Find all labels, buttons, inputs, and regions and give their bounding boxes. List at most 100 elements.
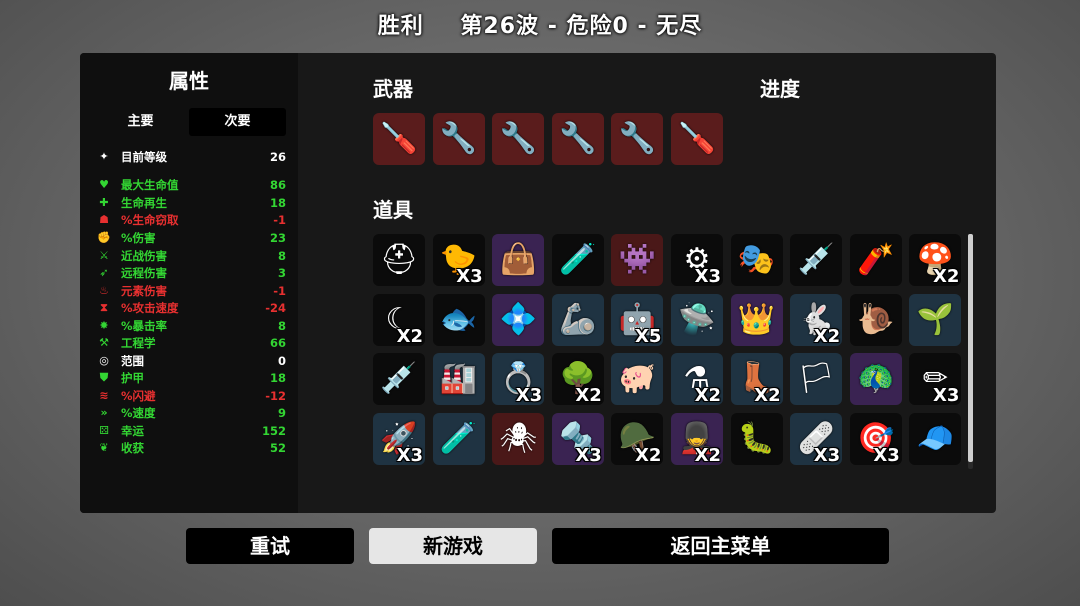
item-slot[interactable]: 💉 xyxy=(373,353,425,406)
stat-row: ⚒ 工程学 66 xyxy=(96,334,286,351)
item-slot[interactable]: 🛸 xyxy=(671,293,723,346)
item-count: X3 xyxy=(575,445,602,466)
item-count: X2 xyxy=(575,385,602,406)
stat-row: ✸ %暴击率 8 xyxy=(96,317,286,334)
item-slot[interactable]: 💉 xyxy=(790,234,843,286)
stat-row: ❦ 收获 52 xyxy=(96,439,286,456)
weapon-slot[interactable]: 🪛 xyxy=(373,113,425,165)
main-menu-button[interactable]: 返回主菜单 xyxy=(552,528,889,564)
garden-icon: 🌱 xyxy=(916,301,955,337)
stat-label: 工程学 xyxy=(121,335,156,350)
item-slot[interactable]: 🏭 xyxy=(432,353,485,406)
item-slot[interactable]: ☾ X2 xyxy=(373,293,425,346)
item-slot[interactable]: 🐟 xyxy=(432,293,485,346)
item-slot[interactable]: ⚙ X3 xyxy=(671,234,723,286)
item-slot[interactable]: 🤖 X5 xyxy=(611,293,664,346)
weapon-slot[interactable]: 🪛 xyxy=(671,113,723,165)
item-slot[interactable]: 🩹 X3 xyxy=(790,413,843,466)
item-slot[interactable]: 🦾 xyxy=(551,293,604,346)
item-slot[interactable]: 🚀 X3 xyxy=(373,413,425,466)
stat-row: ⧗ %攻击速度 -24 xyxy=(96,299,286,316)
stat-label: 收获 xyxy=(121,440,144,455)
stat-value: -1 xyxy=(273,283,286,298)
snail-icon: 🐌 xyxy=(857,301,895,337)
item-slot[interactable]: 🍄 X2 xyxy=(909,234,962,286)
armor-icon: ⛊ xyxy=(99,370,109,384)
item-slot[interactable]: 💠 xyxy=(492,293,545,346)
item-slot[interactable]: ⚗ X2 xyxy=(671,353,723,406)
wrench-icon: 🔧 xyxy=(499,121,537,156)
retry-button[interactable]: 重试 xyxy=(186,528,354,564)
pig-icon: 🐖 xyxy=(618,361,657,397)
stat-row: ♥ 最大生命值 86 xyxy=(96,176,286,193)
weapon-slot[interactable]: 🔧 xyxy=(492,113,545,165)
item-slot[interactable]: 👑 xyxy=(730,293,783,346)
fish-icon: 🐟 xyxy=(439,301,478,337)
stat-label: 最大生命值 xyxy=(121,177,179,192)
item-slot[interactable]: ✏ X3 xyxy=(909,353,962,406)
item-slot[interactable]: 🦚 xyxy=(849,353,902,406)
stat-row: ✦ 目前等级 26 xyxy=(96,148,286,165)
stat-value: 8 xyxy=(277,248,286,263)
item-slot[interactable]: 🐤 X3 xyxy=(432,234,485,286)
item-slot[interactable]: 🧨 xyxy=(849,234,902,286)
item-slot[interactable]: 🧢 xyxy=(909,413,962,466)
stat-label: 范围 xyxy=(121,353,144,368)
items-scrollbar[interactable] xyxy=(968,234,973,469)
item-slot[interactable]: 🎭 xyxy=(730,234,783,286)
dodge-icon: ≋ xyxy=(99,388,109,402)
stat-label: 生命再生 xyxy=(121,195,167,210)
screwdriver-icon: 🪛 xyxy=(380,121,418,156)
stat-value: -12 xyxy=(265,388,286,403)
propeller-hat-icon: 🧢 xyxy=(916,421,955,457)
item-slot[interactable]: 🕷 xyxy=(492,413,545,466)
item-slot[interactable]: 🐌 xyxy=(849,293,902,346)
mech-icon: 🕷 xyxy=(499,421,538,457)
stat-value: 3 xyxy=(277,265,286,280)
item-slot[interactable]: 👾 xyxy=(611,234,664,286)
stat-row: ⛊ 护甲 18 xyxy=(96,369,286,386)
range-icon: ◎ xyxy=(99,353,109,367)
item-slot[interactable]: 🏳 xyxy=(790,353,843,406)
stat-value: 18 xyxy=(269,370,286,385)
weapon-slot[interactable]: 🔧 xyxy=(432,113,485,165)
scrollbar-thumb[interactable] xyxy=(968,234,973,462)
item-count: X3 xyxy=(694,266,721,286)
tab-secondary[interactable]: 次要 xyxy=(189,108,286,136)
item-slot[interactable]: 👜 xyxy=(492,234,545,286)
item-slot[interactable]: 🐇 X2 xyxy=(790,293,843,346)
item-slot[interactable]: ⛑ xyxy=(373,234,425,286)
item-count: X2 xyxy=(396,325,423,346)
ranged-icon: ➶ xyxy=(99,265,109,279)
weapon-slot[interactable]: 🔧 xyxy=(551,113,604,165)
harvest-icon: ❦ xyxy=(99,440,109,454)
items-title: 道具 xyxy=(373,198,413,222)
item-slot[interactable]: 🐖 xyxy=(611,353,664,406)
wrench-icon: 🔧 xyxy=(618,121,657,156)
stat-label: 远程伤害 xyxy=(121,265,167,280)
item-count: X3 xyxy=(456,266,483,286)
worm-icon: 🐛 xyxy=(737,421,776,457)
item-slot[interactable]: 🧪 xyxy=(551,234,604,286)
item-count: X2 xyxy=(634,445,662,466)
item-slot[interactable]: 💍 X3 xyxy=(492,353,545,406)
item-slot[interactable]: 👢 X2 xyxy=(730,353,783,406)
item-slot[interactable]: 🌱 xyxy=(909,293,962,346)
item-slot[interactable]: 🪖 X2 xyxy=(611,413,664,466)
new-game-button[interactable]: 新游戏 xyxy=(369,528,537,564)
tab-primary[interactable]: 主要 xyxy=(92,108,189,136)
item-slot[interactable]: 🌳 X2 xyxy=(551,353,604,406)
item-slot[interactable]: 🧪 xyxy=(432,413,485,466)
damage-icon: ✊ xyxy=(97,230,111,244)
stat-value: 23 xyxy=(269,230,286,245)
weapon-slot[interactable]: 🔧 xyxy=(611,113,664,165)
helmet-icon: ⛑ xyxy=(379,242,419,277)
item-count: X3 xyxy=(873,445,900,466)
drone-icon: 🛸 xyxy=(678,301,716,337)
stats-tabs: 主要 次要 xyxy=(92,108,286,136)
item-slot[interactable]: 🎯 X3 xyxy=(849,413,902,466)
item-slot[interactable]: 🔩 X3 xyxy=(551,413,604,466)
item-slot[interactable]: 💂 X2 xyxy=(671,413,723,466)
item-slot[interactable]: 🐛 xyxy=(730,413,783,466)
gem-icon: 💠 xyxy=(499,301,537,337)
